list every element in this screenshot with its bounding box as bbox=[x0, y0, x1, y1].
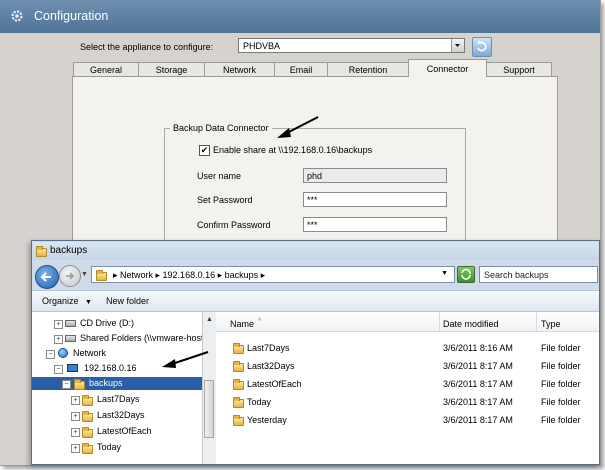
annotation-arrow-share bbox=[277, 116, 319, 138]
annotation-arrow-host bbox=[162, 351, 209, 368]
tab-connector[interactable]: Connector bbox=[408, 59, 487, 77]
annotation-arrows bbox=[162, 116, 319, 368]
